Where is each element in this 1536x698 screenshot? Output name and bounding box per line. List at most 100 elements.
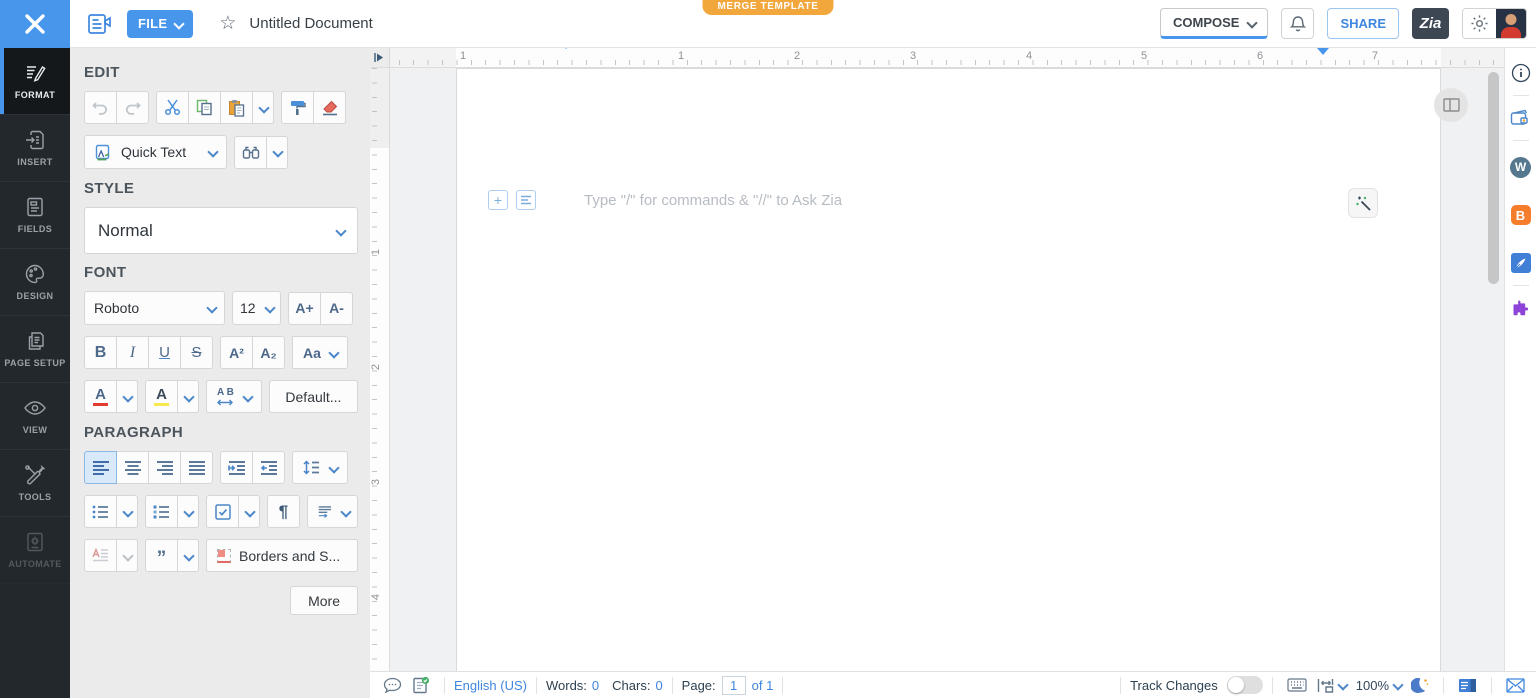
quick-text-dropdown[interactable]: Quick Text xyxy=(84,135,227,169)
checklist-chevron[interactable] xyxy=(238,495,260,528)
wordpress-publish-button[interactable]: W xyxy=(1510,156,1532,178)
borders-shading-button[interactable]: Borders and S... xyxy=(206,539,358,572)
share-button[interactable]: SHARE xyxy=(1327,8,1399,39)
app-logo[interactable] xyxy=(0,0,70,48)
underline-button[interactable]: U xyxy=(148,336,181,369)
document-info-button[interactable] xyxy=(1510,62,1532,84)
night-mode-button[interactable] xyxy=(1406,676,1434,694)
page-number-input[interactable] xyxy=(722,676,746,695)
zia-button[interactable]: Zia xyxy=(1412,8,1449,39)
comments-button[interactable] xyxy=(378,677,407,694)
copy-button[interactable] xyxy=(188,91,221,124)
nav-item-view[interactable]: VIEW xyxy=(0,383,70,450)
nav-item-tools[interactable]: TOOLS xyxy=(0,450,70,517)
numbered-list-button[interactable] xyxy=(145,495,178,528)
user-avatar[interactable] xyxy=(1496,9,1526,38)
side-panel-toggle-button[interactable] xyxy=(1434,88,1468,122)
paragraph-style-dropdown[interactable]: Normal xyxy=(84,207,358,254)
format-block-button[interactable] xyxy=(516,190,536,210)
blockquote-chevron[interactable] xyxy=(177,539,199,572)
bullet-list-chevron[interactable] xyxy=(116,495,138,528)
track-changes-toggle[interactable] xyxy=(1227,676,1263,694)
tab-stop-selector[interactable] xyxy=(370,48,390,68)
zia-assist-button[interactable] xyxy=(1348,188,1378,218)
find-replace-button[interactable] xyxy=(234,136,267,169)
justify-button[interactable] xyxy=(180,451,213,484)
quick-text-label: Quick Text xyxy=(121,144,186,160)
vertical-ruler[interactable]: 1 2 3 4 xyxy=(370,68,390,671)
nav-item-insert[interactable]: INSERT xyxy=(0,115,70,182)
nav-item-page-setup[interactable]: PAGE SETUP xyxy=(0,316,70,383)
wallet-panel-icon xyxy=(1510,109,1531,127)
nav-item-design[interactable]: DESIGN xyxy=(0,249,70,316)
keyboard-shortcuts-button[interactable] xyxy=(1282,678,1312,692)
status-divider xyxy=(1120,677,1121,694)
cut-button[interactable] xyxy=(156,91,189,124)
checklist-button[interactable] xyxy=(206,495,239,528)
horizontal-ruler[interactable]: 1 1 2 3 4 5 6 7 xyxy=(370,48,1504,68)
text-direction-button[interactable] xyxy=(307,495,358,528)
font-color-chevron[interactable] xyxy=(116,380,138,413)
default-format-button[interactable]: Default... xyxy=(269,380,358,413)
decrease-indent-button[interactable] xyxy=(252,451,285,484)
align-right-button[interactable] xyxy=(148,451,181,484)
blockquote-button[interactable]: ” xyxy=(145,539,178,572)
numbered-list-chevron[interactable] xyxy=(177,495,199,528)
bullet-list-button[interactable] xyxy=(84,495,117,528)
document-page[interactable] xyxy=(456,68,1441,671)
character-spacing-button[interactable]: A B xyxy=(206,380,262,413)
document-navigator-icon[interactable] xyxy=(87,12,112,36)
compose-button[interactable]: COMPOSE xyxy=(1160,8,1268,39)
favorite-star-icon[interactable]: ☆ xyxy=(219,14,236,33)
align-center-button[interactable] xyxy=(116,451,149,484)
more-button[interactable]: More xyxy=(290,586,358,615)
font-family-value: Roboto xyxy=(94,300,139,316)
show-formatting-button[interactable]: ¶ xyxy=(267,495,300,528)
strikethrough-button[interactable]: S xyxy=(180,336,213,369)
font-section-header: FONT xyxy=(84,264,358,281)
clear-format-button[interactable] xyxy=(313,91,346,124)
font-family-dropdown[interactable]: Roboto xyxy=(84,291,225,325)
notifications-button[interactable] xyxy=(1281,8,1314,39)
highlight-chevron[interactable] xyxy=(177,380,199,413)
highlight-color-button[interactable]: A xyxy=(145,380,178,413)
nav-item-fields[interactable]: FIELDS xyxy=(0,182,70,249)
vertical-scrollbar[interactable] xyxy=(1488,72,1499,284)
panel-view-button[interactable] xyxy=(1453,678,1482,693)
bold-button[interactable]: B xyxy=(84,336,117,369)
zoom-selector[interactable]: 100% xyxy=(1351,678,1406,693)
puzzle-piece-icon xyxy=(1511,298,1531,318)
add-block-button[interactable]: + xyxy=(488,190,508,210)
clipboard-panel-button[interactable] xyxy=(1510,107,1532,129)
drop-cap-icon xyxy=(92,548,109,563)
chevron-down-icon xyxy=(336,227,344,235)
settings-button[interactable] xyxy=(1463,9,1496,38)
file-menu-button[interactable]: FILE xyxy=(127,10,193,38)
document-title[interactable]: Untitled Document xyxy=(249,15,372,32)
line-spacing-button[interactable] xyxy=(292,451,348,484)
paste-options-chevron[interactable] xyxy=(252,91,274,124)
work-top: 1 1 2 3 4 5 6 7 xyxy=(370,48,1536,671)
align-left-button[interactable] xyxy=(84,451,117,484)
extensions-button[interactable] xyxy=(1510,297,1532,319)
subscript-button[interactable]: A₂ xyxy=(252,336,285,369)
paste-button[interactable] xyxy=(220,91,253,124)
increase-indent-button[interactable] xyxy=(220,451,253,484)
blogger-publish-button[interactable]: B xyxy=(1510,204,1532,226)
superscript-button[interactable]: A² xyxy=(220,336,253,369)
italic-button[interactable]: I xyxy=(116,336,149,369)
find-options-chevron[interactable] xyxy=(266,136,288,169)
fit-width-button[interactable] xyxy=(1312,678,1351,693)
font-size-dropdown[interactable]: 12 xyxy=(232,291,281,325)
signature-panel-button[interactable] xyxy=(1510,252,1532,274)
nav-item-format[interactable]: FORMAT xyxy=(0,48,70,115)
shrink-font-button[interactable]: A- xyxy=(320,292,353,325)
font-color-button[interactable]: A xyxy=(84,380,117,413)
language-selector[interactable]: English (US) xyxy=(454,678,527,693)
format-painter-button[interactable] xyxy=(281,91,314,124)
ruler-number: 2 xyxy=(794,50,800,62)
feedback-button[interactable] xyxy=(1501,678,1530,693)
change-case-button[interactable]: Aa xyxy=(292,336,348,369)
spell-check-button[interactable] xyxy=(407,676,435,694)
grow-font-button[interactable]: A+ xyxy=(288,292,321,325)
